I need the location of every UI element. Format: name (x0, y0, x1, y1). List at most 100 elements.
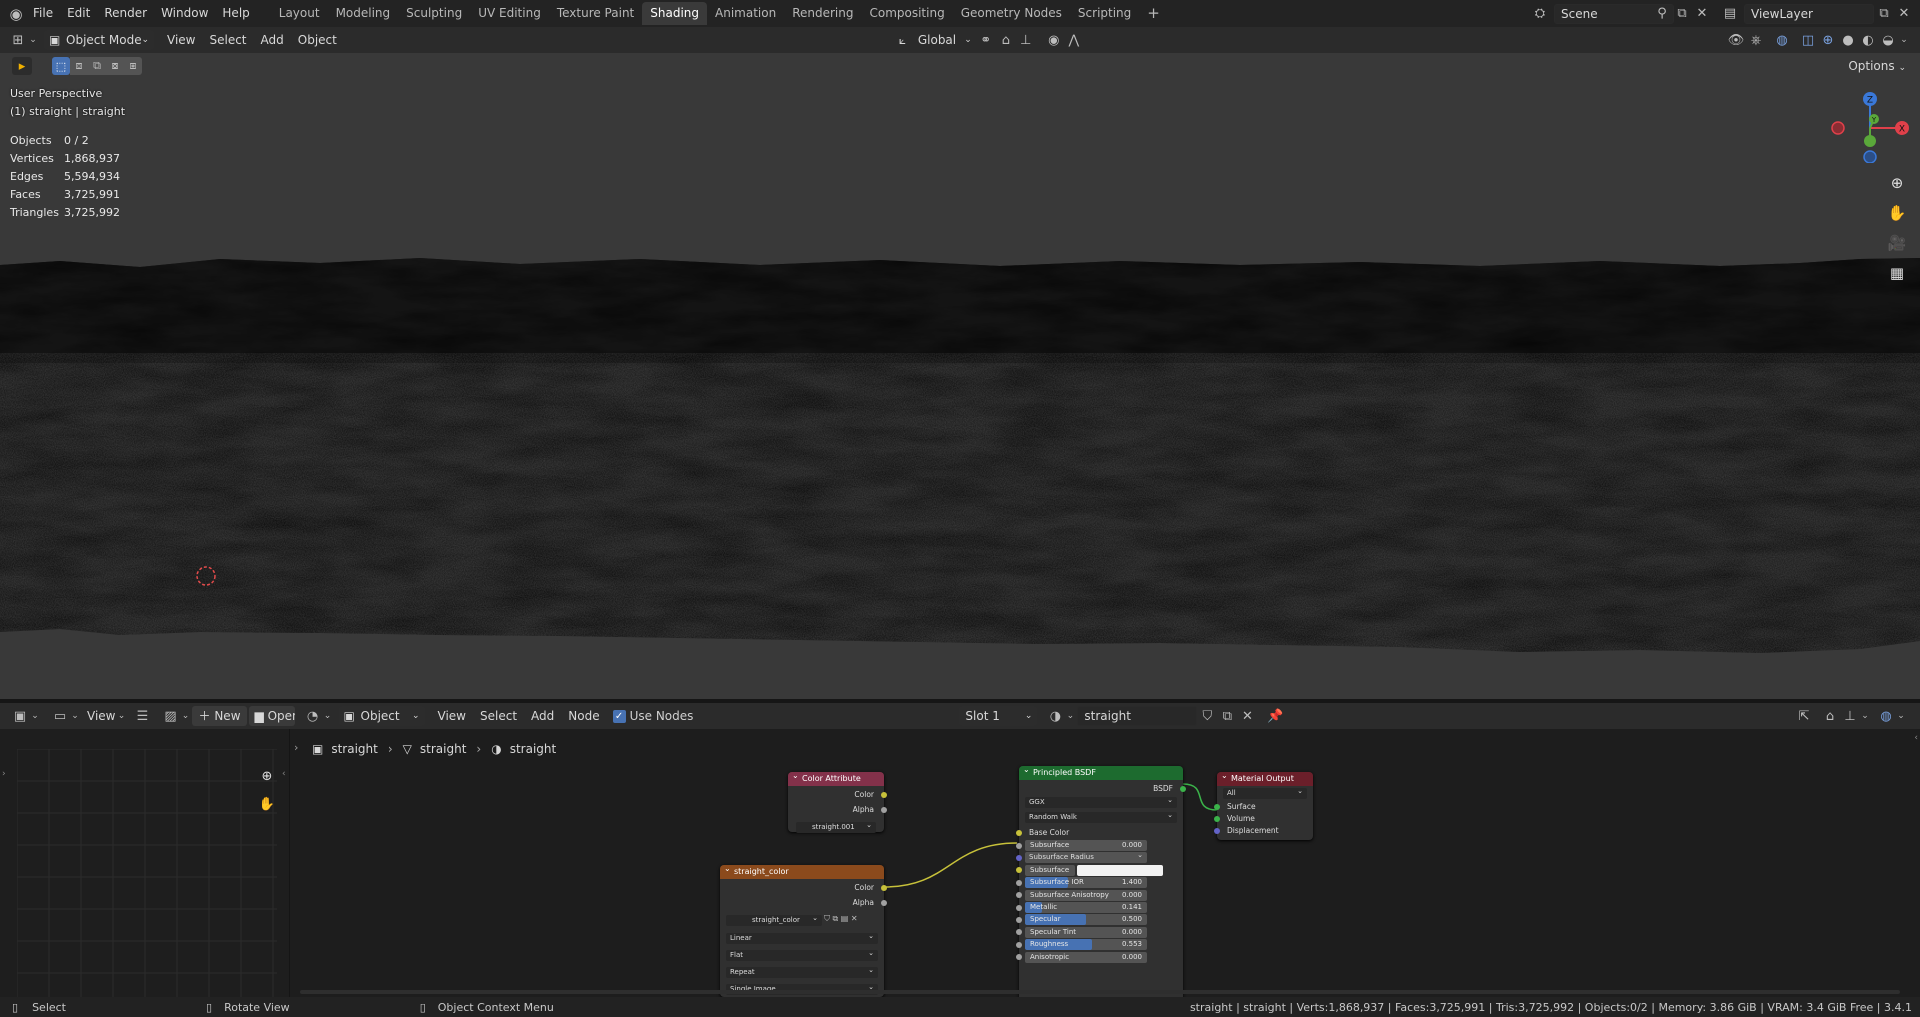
grid-perspective-icon[interactable]: ▦ (1885, 261, 1909, 285)
distribution-dropdown[interactable]: GGX (1025, 795, 1177, 808)
input-socket[interactable] (1016, 954, 1022, 961)
gizmo-icon[interactable]: ⎈ (1746, 30, 1766, 50)
chevron-down-icon[interactable]: ⌄ (116, 706, 126, 726)
snap-icon[interactable]: ⌂ (996, 30, 1016, 50)
chevron-down-icon[interactable]: ⌄ (70, 706, 80, 726)
editor-type-icon[interactable]: ⊞ (8, 30, 28, 50)
close-icon[interactable]: ✕ (1237, 706, 1257, 726)
new-layer-icon[interactable]: ⧉ (1874, 4, 1894, 24)
chevron-down-icon[interactable]: ⌄ (180, 706, 190, 726)
orientation-selector[interactable]: ⟀ Global ⌄ (896, 30, 976, 50)
view-layer-field[interactable]: ViewLayer (1744, 3, 1874, 24)
options-dropdown[interactable]: Options ⌄ (1842, 56, 1912, 76)
chevron-down-icon[interactable]: ⌄ (1065, 706, 1075, 726)
select-invert-icon[interactable]: ⧇ (106, 57, 124, 75)
node-menu-node[interactable]: Node (561, 703, 606, 730)
image-mode-icon[interactable]: ▭ (50, 706, 70, 726)
target-dropdown[interactable]: All (1223, 786, 1307, 799)
node-menu-view[interactable]: View (431, 703, 473, 730)
hand-pan-icon[interactable]: ✋ (1885, 201, 1909, 225)
color-attribute-node[interactable]: Color Attribute Color Alpha straight.001 (788, 769, 887, 833)
node-header[interactable]: Principled BSDF (1019, 763, 1183, 780)
tab-layout[interactable]: Layout (271, 2, 328, 25)
bsdf-field[interactable]: Subsurface IOR 1.400 (1025, 877, 1147, 889)
solid-shading-icon[interactable]: ● (1838, 30, 1858, 50)
menu-view[interactable]: View (160, 27, 202, 54)
input-socket[interactable] (1016, 842, 1022, 849)
fake-user-shield-icon[interactable]: ⛉ (1197, 706, 1217, 726)
alpha-socket[interactable] (881, 806, 887, 813)
menu-object[interactable]: Object (291, 27, 344, 54)
shader-node-editor[interactable]: › ▣ straight › ▽ straight › ◑ straight C… (290, 729, 1920, 997)
bsdf-field[interactable]: Subsurface Anisotropy 0.000 (1025, 889, 1147, 901)
subsurface-color-swatch[interactable] (1077, 864, 1163, 876)
pivot-icon[interactable]: ⚭ (976, 30, 996, 50)
blender-logo-icon[interactable]: ◉ (6, 4, 26, 24)
scene-icon[interactable]: ⛭ (1530, 4, 1550, 24)
menu-render[interactable]: Render (97, 0, 154, 27)
xray-icon[interactable]: ◫ (1798, 30, 1818, 50)
bsdf-field[interactable]: Subsurface 0.000 (1025, 840, 1147, 851)
input-socket[interactable] (1016, 941, 1022, 948)
bsdf-field[interactable]: Anisotropic 0.000 (1025, 951, 1147, 963)
surface-socket[interactable] (1214, 803, 1220, 810)
menu-select[interactable]: Select (202, 27, 253, 54)
proportional-icon[interactable]: ◉ (1044, 30, 1064, 50)
tool-select-icon[interactable]: ▸ (12, 57, 32, 75)
input-socket[interactable] (1016, 879, 1022, 886)
slot-selector[interactable]: Slot 1 ⌄ (959, 706, 1038, 726)
overlay-icon[interactable]: ◍ (1876, 706, 1896, 726)
snap-target-icon[interactable]: ⊥ (1840, 706, 1860, 726)
hamburger-menu-icon[interactable]: ☰ (132, 706, 152, 726)
image-actions-icon[interactable]: ⛉ ⧉ ▤ ✕ (824, 914, 858, 924)
chevron-down-icon[interactable]: ⌄ (1896, 706, 1906, 726)
pin-icon[interactable]: 📌 (1265, 706, 1285, 726)
node-header[interactable]: Color Attribute (788, 769, 884, 786)
image-texture-node[interactable]: straight_color Color Alpha straight_colo… (720, 862, 887, 997)
node-menu-select[interactable]: Select (473, 703, 524, 730)
tab-geometry-nodes[interactable]: Geometry Nodes (953, 2, 1070, 25)
chevron-down-icon[interactable]: ⌄ (28, 30, 38, 50)
input-socket[interactable] (1016, 867, 1022, 874)
alpha-socket[interactable] (881, 899, 887, 906)
toolbar-expand-icon[interactable]: › (2, 769, 6, 779)
volume-socket[interactable] (1214, 815, 1220, 822)
add-workspace-button[interactable]: + (1139, 2, 1168, 25)
input-socket[interactable] (1016, 904, 1022, 911)
image-editor-panel[interactable]: ⊕ ✋ ‹ › (0, 729, 290, 999)
snap-icon[interactable]: ⌂ (1820, 706, 1840, 726)
image-editor-type-icon[interactable]: ▣ (10, 706, 30, 726)
select-extend-icon[interactable]: ⧈ (70, 57, 88, 75)
bsdf-field[interactable]: Specular Tint 0.000 (1025, 926, 1147, 938)
color-socket[interactable] (881, 791, 887, 798)
input-socket[interactable] (1016, 854, 1022, 861)
principled-bsdf-node[interactable]: Principled BSDF BSDF GGX Random Walk Bas… (1016, 763, 1186, 997)
chevron-down-icon[interactable]: ⌄ (323, 706, 333, 726)
chevron-down-icon[interactable]: ⌄ (30, 706, 40, 726)
duplicate-icon[interactable]: ⧉ (1217, 706, 1237, 726)
tab-texture-paint[interactable]: Texture Paint (549, 2, 642, 25)
tab-modeling[interactable]: Modeling (328, 2, 399, 25)
material-shading-icon[interactable]: ◐ (1858, 30, 1878, 50)
color-socket[interactable] (881, 884, 887, 891)
tab-scripting[interactable]: Scripting (1070, 2, 1139, 25)
close-icon[interactable]: ✕ (1894, 4, 1914, 24)
select-intersect-icon[interactable]: ⧆ (124, 57, 142, 75)
3d-viewport[interactable]: ▸ ⬚ ⧈ ⧉ ⧇ ⧆ Options ⌄ User Perspective (… (0, 53, 1920, 699)
zoom-icon[interactable]: ⊕ (1885, 171, 1909, 195)
neg-z-axis-handle[interactable] (1863, 150, 1877, 163)
shader-editor-type-icon[interactable]: ◔ (303, 706, 323, 726)
subsurface-method-dropdown[interactable]: Random Walk (1025, 810, 1177, 823)
chevron-down-icon[interactable]: ⌄ (1860, 706, 1870, 726)
falloff-icon[interactable]: ⋀ (1064, 30, 1084, 50)
tab-compositing[interactable]: Compositing (861, 2, 952, 25)
mode-selector[interactable]: ▣ Object Mode ⌄ (44, 30, 154, 50)
input-socket[interactable] (1016, 892, 1022, 899)
displacement-socket[interactable] (1214, 827, 1220, 834)
tab-rendering[interactable]: Rendering (784, 2, 861, 25)
close-icon[interactable]: ✕ (1692, 4, 1712, 24)
tab-uv-editing[interactable]: UV Editing (470, 2, 549, 25)
bsdf-field[interactable]: Metallic 0.141 (1025, 902, 1147, 913)
bsdf-field[interactable]: Roughness 0.553 (1025, 939, 1147, 951)
wireframe-shading-icon[interactable]: ⊕ (1818, 30, 1838, 50)
